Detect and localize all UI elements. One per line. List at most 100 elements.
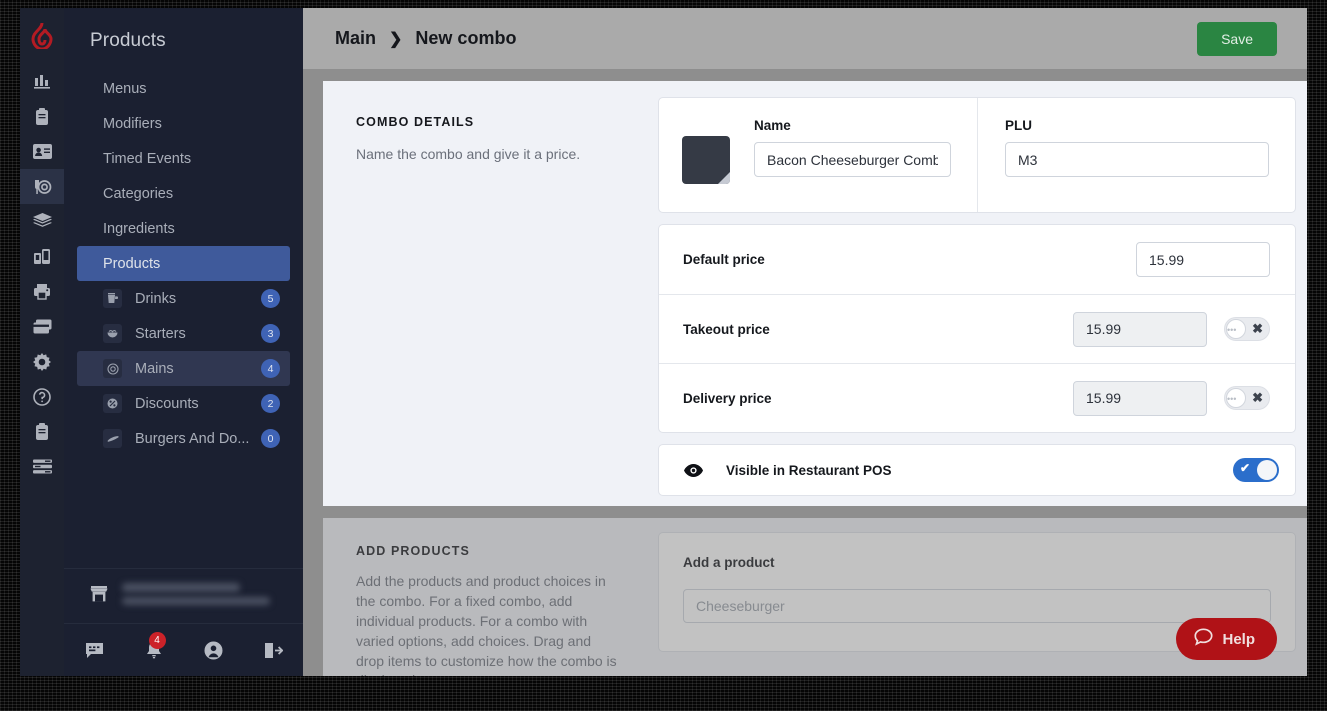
add-products-description-column: ADD PRODUCTS Add the products and produc…: [323, 518, 658, 676]
printer-icon[interactable]: [20, 274, 64, 309]
toggle-knob: •••: [1226, 319, 1246, 339]
toggle-off-mark: ✖: [1252, 390, 1263, 406]
lightspeed-flame-logo[interactable]: [20, 8, 64, 64]
price-row-takeout: Takeout price ••• ✖: [659, 294, 1295, 363]
plate-icon: [103, 359, 122, 378]
sidebar-tool-row: 4: [64, 624, 303, 676]
notification-badge: 4: [149, 632, 166, 649]
clipboard-icon[interactable]: [20, 99, 64, 134]
sidebar-item-ingredients[interactable]: Ingredients: [77, 211, 290, 246]
name-field-group: Name: [659, 98, 977, 212]
sidebar-nav: Menus Modifiers Timed Events Categories …: [64, 71, 303, 456]
sidebar-subitem-drinks[interactable]: Drinks 5: [77, 281, 290, 316]
sidebar-subitem-discounts[interactable]: Discounts 2: [77, 386, 290, 421]
burger-icon: [103, 429, 122, 448]
sidebar-item-label: Ingredients: [103, 221, 175, 237]
sidebar-subitem-count: 5: [261, 289, 280, 308]
delivery-price-toggle[interactable]: ••• ✖: [1224, 386, 1270, 410]
sidebar-subitem-count: 4: [261, 359, 280, 378]
price-label: Default price: [683, 252, 765, 267]
notifications-bell-icon[interactable]: 4: [145, 641, 163, 660]
store-name-blurred: [122, 583, 240, 592]
toggle-knob: •••: [1226, 388, 1246, 408]
sidebar-item-label: Modifiers: [103, 116, 162, 132]
save-button[interactable]: Save: [1197, 22, 1277, 56]
sidebar-item-timed-events[interactable]: Timed Events: [77, 141, 290, 176]
name-input[interactable]: [754, 142, 951, 177]
discount-tag-icon: [103, 394, 122, 413]
help-widget-button[interactable]: Help: [1176, 618, 1277, 660]
takeout-price-toggle[interactable]: ••• ✖: [1224, 317, 1270, 341]
section-title: COMBO DETAILS: [356, 115, 618, 129]
price-row-default: Default price: [659, 225, 1295, 294]
sidebar-item-label: Timed Events: [103, 151, 191, 167]
toggle-knob: [1257, 460, 1277, 480]
sidebar-subitem-count: 3: [261, 324, 280, 343]
sidebar-title: Products: [64, 8, 303, 52]
sidebar-subitem-mains[interactable]: Mains 4: [77, 351, 290, 386]
sidebar-item-label: Menus: [103, 81, 147, 97]
sidebar: Products Menus Modifiers Timed Events Ca…: [64, 8, 303, 676]
sidebar-subitem-label: Burgers And Do...: [135, 431, 261, 447]
sidebar-item-menus[interactable]: Menus: [77, 71, 290, 106]
sidebar-item-label: Categories: [103, 186, 173, 202]
plu-label: PLU: [1005, 118, 1269, 133]
sidebar-subitem-label: Drinks: [135, 291, 261, 307]
sidebar-subitem-count: 2: [261, 394, 280, 413]
menu-management-icon[interactable]: [20, 169, 64, 204]
sidebar-item-categories[interactable]: Categories: [77, 176, 290, 211]
sidebar-item-label: Products: [103, 256, 160, 272]
toggle-off-mark: ✖: [1252, 321, 1263, 337]
section-title: ADD PRODUCTS: [356, 544, 618, 558]
screenshot-frame: Products Menus Modifiers Timed Events Ca…: [0, 0, 1327, 711]
toggle-on-mark: ✔: [1240, 461, 1250, 475]
plu-input[interactable]: [1005, 142, 1269, 177]
name-plu-card: Name PLU: [658, 97, 1296, 213]
store-address-blurred: [122, 597, 270, 605]
chat-icon[interactable]: [85, 642, 104, 659]
prices-card: Default price Takeout price ••• ✖ Delive…: [658, 224, 1296, 433]
combo-details-section: COMBO DETAILS Name the combo and give it…: [323, 81, 1307, 506]
visibility-toggle[interactable]: ✔: [1233, 458, 1279, 482]
delivery-price-input[interactable]: [1073, 381, 1207, 416]
sidebar-subitem-label: Discounts: [135, 396, 261, 412]
user-account-icon[interactable]: [204, 641, 223, 660]
combo-details-cards: Name PLU Default price: [658, 81, 1307, 506]
combo-details-description-column: COMBO DETAILS Name the combo and give it…: [323, 81, 658, 506]
product-image-placeholder[interactable]: [682, 136, 730, 184]
sidebar-item-products[interactable]: Products: [77, 246, 290, 281]
clipboard-2-icon[interactable]: [20, 414, 64, 449]
add-products-section: ADD PRODUCTS Add the products and produc…: [323, 518, 1307, 676]
id-card-icon[interactable]: [20, 134, 64, 169]
sidebar-subitem-label: Starters: [135, 326, 261, 342]
sidebar-subitem-count: 0: [261, 429, 280, 448]
price-row-delivery: Delivery price ••• ✖: [659, 363, 1295, 432]
payments-icon[interactable]: [20, 309, 64, 344]
eye-icon: [684, 464, 703, 477]
breadcrumb-root[interactable]: Main: [335, 28, 376, 49]
devices-icon[interactable]: [20, 239, 64, 274]
sidebar-store-footer[interactable]: [64, 568, 303, 624]
layers-icon[interactable]: [20, 204, 64, 239]
takeout-price-input[interactable]: [1073, 312, 1207, 347]
sidebar-subitem-burgers-and-dogs[interactable]: Burgers And Do... 0: [77, 421, 290, 456]
add-product-input[interactable]: [683, 589, 1271, 623]
bowl-icon: [103, 324, 122, 343]
name-label: Name: [754, 118, 951, 133]
speech-bubble-icon: [1194, 628, 1213, 650]
drink-cup-icon: [103, 289, 122, 308]
content-area: COMBO DETAILS Name the combo and give it…: [303, 69, 1307, 676]
section-description: Add the products and product choices in …: [356, 572, 618, 676]
plu-field-group: PLU: [977, 98, 1295, 212]
reports-icon[interactable]: [20, 64, 64, 99]
help-circle-icon[interactable]: [20, 379, 64, 414]
list-settings-icon[interactable]: [20, 449, 64, 484]
chevron-right-icon: ❯: [389, 29, 402, 49]
visibility-label: Visible in Restaurant POS: [726, 463, 892, 478]
logout-icon[interactable]: [264, 642, 283, 659]
sidebar-subitem-starters[interactable]: Starters 3: [77, 316, 290, 351]
settings-gear-icon[interactable]: [20, 344, 64, 379]
section-description: Name the combo and give it a price.: [356, 145, 618, 165]
sidebar-item-modifiers[interactable]: Modifiers: [77, 106, 290, 141]
default-price-input[interactable]: [1136, 242, 1270, 277]
